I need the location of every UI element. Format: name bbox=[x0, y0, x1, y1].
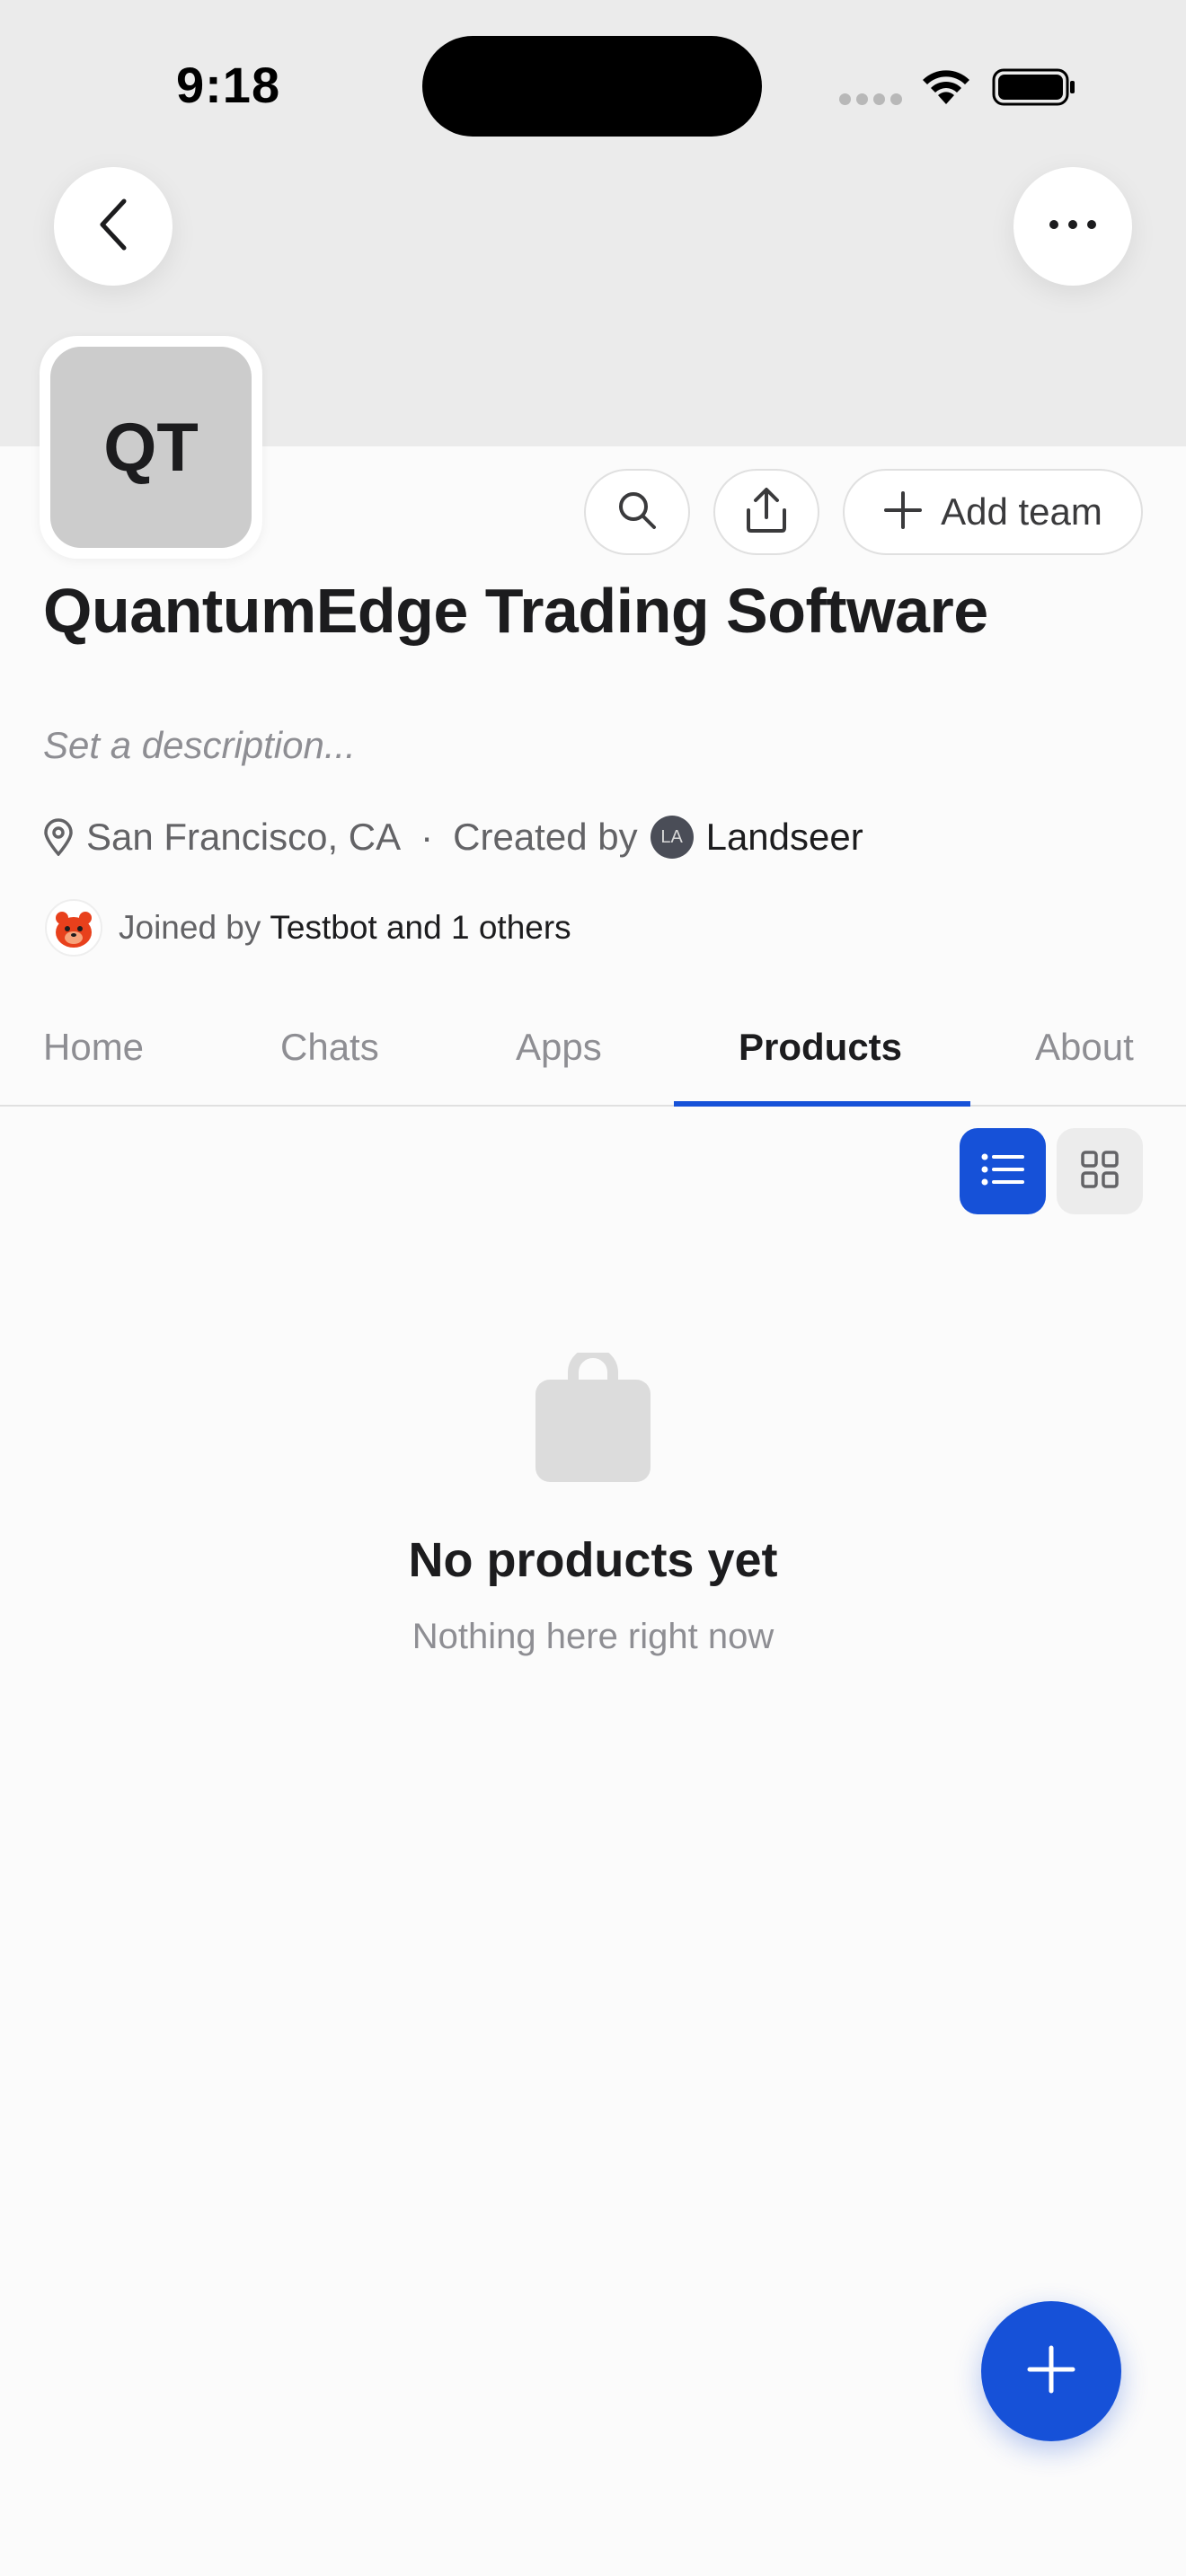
share-icon bbox=[744, 487, 789, 538]
status-time: 9:18 bbox=[176, 57, 281, 113]
joined-by-label: Joined by bbox=[119, 909, 261, 946]
status-bar: 9:18 bbox=[0, 0, 1186, 171]
tab-bar: Home Chats Apps Products About bbox=[0, 1013, 1186, 1107]
grid-icon bbox=[1080, 1150, 1120, 1194]
tab-about[interactable]: About bbox=[1035, 1026, 1134, 1069]
creator-name[interactable]: Landseer bbox=[706, 816, 863, 859]
location-pin-icon bbox=[43, 818, 74, 856]
team-avatar-initials: QT bbox=[50, 347, 252, 548]
ellipsis-icon bbox=[1048, 218, 1098, 235]
back-button[interactable] bbox=[54, 167, 173, 286]
search-button[interactable] bbox=[584, 469, 690, 555]
more-options-button[interactable] bbox=[1013, 167, 1132, 286]
search-icon bbox=[615, 489, 659, 536]
battery-icon bbox=[992, 68, 1076, 110]
add-team-button[interactable]: Add team bbox=[843, 469, 1143, 555]
cellular-signal-icon bbox=[839, 93, 902, 106]
chevron-left-icon bbox=[95, 198, 131, 256]
created-by-label: Created by bbox=[453, 816, 638, 858]
creator-avatar[interactable]: LA bbox=[650, 816, 694, 859]
add-team-label: Add team bbox=[941, 490, 1102, 533]
plus-icon bbox=[883, 490, 923, 534]
share-button[interactable] bbox=[713, 469, 819, 555]
team-avatar[interactable]: QT bbox=[40, 336, 262, 559]
joined-by-names[interactable]: Testbot and 1 others bbox=[270, 909, 571, 947]
active-tab-indicator bbox=[674, 1101, 970, 1107]
team-location: San Francisco, CA bbox=[86, 816, 402, 858]
team-meta-row: San Francisco, CA · Created by LA Landse… bbox=[43, 808, 863, 866]
empty-state-title: No products yet bbox=[408, 1533, 778, 1587]
grid-view-button[interactable] bbox=[1057, 1128, 1143, 1214]
meta-separator: · bbox=[420, 816, 434, 858]
empty-state-subtitle: Nothing here right now bbox=[412, 1617, 774, 1656]
add-product-button[interactable] bbox=[981, 2301, 1121, 2441]
wifi-icon bbox=[918, 65, 974, 110]
list-icon bbox=[981, 1151, 1024, 1192]
dynamic-island bbox=[422, 36, 762, 137]
plus-icon bbox=[1026, 2344, 1076, 2399]
tab-home[interactable]: Home bbox=[43, 1026, 144, 1069]
member-avatar bbox=[45, 899, 102, 957]
joined-by-row[interactable]: Joined by Testbot and 1 others bbox=[45, 898, 571, 957]
team-name: QuantumEdge Trading Software bbox=[43, 576, 988, 646]
list-view-button[interactable] bbox=[960, 1128, 1046, 1214]
tab-apps[interactable]: Apps bbox=[516, 1026, 602, 1069]
description-field[interactable]: Set a description... bbox=[43, 724, 356, 767]
tab-products[interactable]: Products bbox=[739, 1026, 902, 1069]
tab-chats[interactable]: Chats bbox=[280, 1026, 379, 1069]
shopping-bag-icon bbox=[534, 1347, 652, 1488]
